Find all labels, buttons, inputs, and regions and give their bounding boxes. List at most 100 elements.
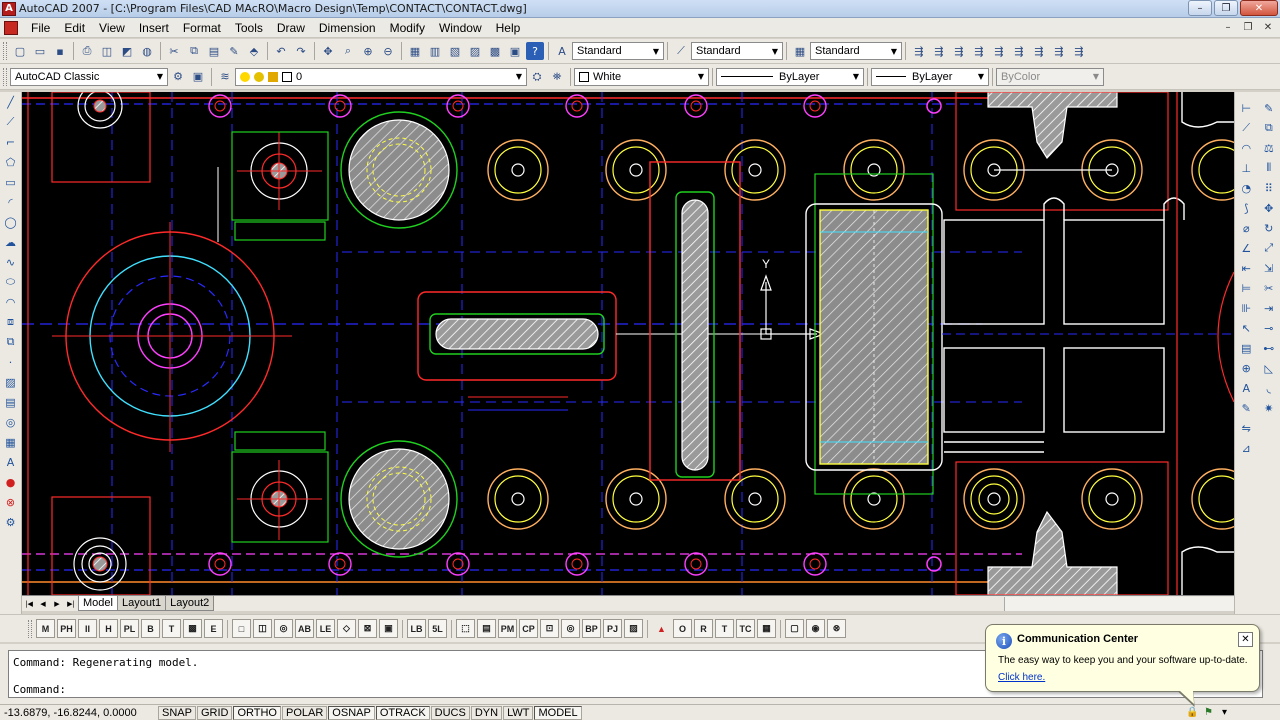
ellipse-icon[interactable]: ⬭ [3,273,19,291]
tool-r-icon[interactable]: R [694,619,713,638]
command-prompt[interactable]: Command: [13,683,66,696]
macro-il-icon[interactable]: II [78,619,97,638]
quick-dim-icon[interactable]: ⇤ [1238,259,1254,277]
macro-b-icon[interactable]: B [141,619,160,638]
quick-leader-icon[interactable]: ↖ [1238,319,1254,337]
text-style-icon[interactable]: A [553,42,571,60]
tool-palettes-icon[interactable]: ▧ [446,42,464,60]
rotate-icon[interactable]: ↻ [1261,219,1277,237]
spline-icon[interactable]: ∿ [3,253,19,271]
macro-pl-icon[interactable]: PL [120,619,139,638]
save-icon[interactable]: ▪ [51,42,69,60]
plot-icon[interactable]: ⎙ [78,42,96,60]
communication-center-balloon[interactable]: i Communication Center ✕ The easy way to… [985,624,1260,707]
dim-diameter-icon[interactable]: ⌀ [1238,219,1254,237]
dim-ordinate-icon[interactable]: ⊥ [1238,159,1254,177]
zoom-realtime-icon[interactable]: ⌕ [339,42,357,60]
arc-icon[interactable]: ◜ [3,193,19,211]
design-center-icon[interactable]: ▥ [426,42,444,60]
zoom-window-icon[interactable]: ⊕ [359,42,377,60]
tool-cp-icon[interactable]: CP [519,619,538,638]
snap-ab-icon[interactable]: AB [295,619,314,638]
macro-t-icon[interactable]: T [162,619,181,638]
trim-icon[interactable]: ✂ [1261,279,1277,297]
cut-icon[interactable]: ✂ [165,42,183,60]
tool-x-icon[interactable]: ⊗ [827,619,846,638]
dim-radius-icon[interactable]: ◔ [1238,179,1254,197]
menu-format[interactable]: Format [176,21,228,35]
tool-frame-icon[interactable]: ▢ [785,619,804,638]
offset-icon[interactable]: ⫴ [1261,159,1277,177]
tool-tc-icon[interactable]: TC [736,619,755,638]
doc-close-button[interactable]: ✕ [1260,20,1276,34]
dim-jogged-icon[interactable]: ⟆ [1238,199,1254,217]
doc-restore-button[interactable]: ❐ [1240,20,1256,34]
balloon-link[interactable]: Click here. [998,672,1045,683]
calculator-icon[interactable]: ▣ [506,42,524,60]
tool-t-icon[interactable]: T [715,619,734,638]
snap-midpoint-icon[interactable]: ◫ [253,619,272,638]
center-mark-icon[interactable]: ⊕ [1238,359,1254,377]
toolbar-grip[interactable] [3,42,7,60]
macro-ph-icon[interactable]: PH [57,619,76,638]
balloon-close-button[interactable]: ✕ [1238,632,1253,647]
menu-window[interactable]: Window [432,21,489,35]
construction-line-icon[interactable]: ⟋ [3,113,19,131]
publish-icon[interactable]: ◩ [118,42,136,60]
custom-gear-icon[interactable]: ⚙ [3,513,19,531]
menu-view[interactable]: View [92,21,132,35]
snap-ext-icon[interactable]: ▣ [379,619,398,638]
layer-previous-icon[interactable]: ⛯ [548,68,566,86]
copy-icon[interactable]: ⧉ [185,42,203,60]
zoom-previous-icon[interactable]: ⊖ [379,42,397,60]
custom-tool-8-icon[interactable]: ⇶ [1050,42,1068,60]
tool-grid-icon[interactable]: ▦ [757,619,776,638]
snap-toggle[interactable]: SNAP [158,705,196,720]
markup-icon[interactable]: ▩ [486,42,504,60]
tab-layout1[interactable]: Layout1 [116,596,167,611]
layer-manager-icon[interactable]: ≋ [216,68,234,86]
macro-e-icon[interactable]: E [204,619,223,638]
block-editor-icon[interactable]: ⬘ [245,42,263,60]
close-button[interactable]: ✕ [1240,0,1278,16]
menu-draw[interactable]: Draw [270,21,312,35]
tool-bp-icon[interactable]: BP [582,619,601,638]
explode-icon[interactable]: ✷ [1261,399,1277,417]
break-icon[interactable]: ⊸ [1261,319,1277,337]
new-icon[interactable]: ▢ [11,42,29,60]
line-icon[interactable]: ╱ [3,93,19,111]
custom-tool-1-icon[interactable]: ⇶ [910,42,928,60]
make-block-icon[interactable]: ⧉ [3,333,19,351]
lock-icon[interactable]: 🔒 [1186,706,1199,719]
menu-file[interactable]: File [24,21,57,35]
tool-o-icon[interactable]: O [673,619,692,638]
tray-settings-icon[interactable]: ▾ [1218,706,1231,719]
copy-object-icon[interactable]: ⧉ [1261,119,1277,137]
coordinate-readout[interactable]: -13.6879, -16.8244, 0.0000 [0,707,158,719]
tool-shade-icon[interactable]: ▨ [624,619,643,638]
custom-tool-4-icon[interactable]: ⇶ [970,42,988,60]
toolbar-grip[interactable] [28,619,32,638]
paste-icon[interactable]: ▤ [205,42,223,60]
rectangle-icon[interactable]: ▭ [3,173,19,191]
workspace-settings-icon[interactable]: ⚙ [169,68,187,86]
tool-dot-icon[interactable]: ◉ [806,619,825,638]
table-style-icon[interactable]: ▦ [791,42,809,60]
layer-select[interactable]: 0 ▼ [235,67,527,86]
custom-red-icon[interactable]: ● [3,473,19,491]
tolerance-icon[interactable]: ▤ [1238,339,1254,357]
polyline-icon[interactable]: ⌐ [3,133,19,151]
menu-tools[interactable]: Tools [228,21,270,35]
properties-icon[interactable]: ▦ [406,42,424,60]
document-icon[interactable] [4,20,18,35]
next-tab-icon[interactable]: ▶ [51,598,63,610]
pan-icon[interactable]: ✥ [319,42,337,60]
scale-icon[interactable]: ⤢ [1261,239,1277,257]
match-properties-icon[interactable]: ✎ [225,42,243,60]
grid-toggle[interactable]: GRID [196,705,233,720]
undo-icon[interactable]: ↶ [272,42,290,60]
chamfer-icon[interactable]: ◺ [1261,359,1277,377]
insert-block-icon[interactable]: ⧈ [3,313,19,331]
dim-continue-icon[interactable]: ⊪ [1238,299,1254,317]
dim-arc-icon[interactable]: ◠ [1238,139,1254,157]
